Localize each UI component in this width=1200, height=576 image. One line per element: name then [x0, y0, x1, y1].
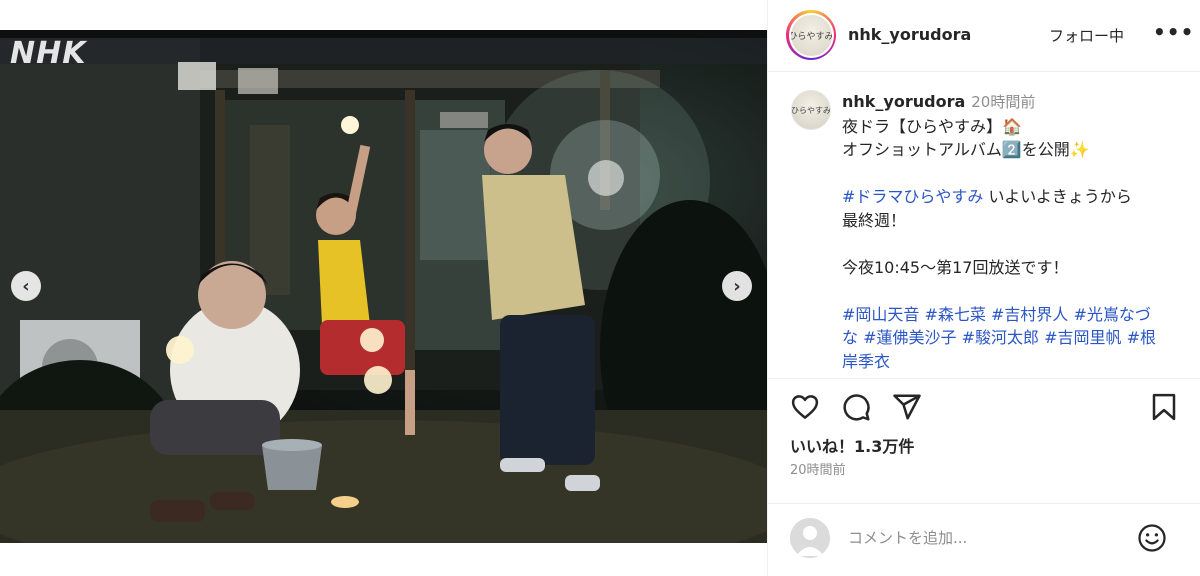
action-bar [768, 379, 1200, 429]
bookmark-icon[interactable] [1149, 392, 1179, 422]
following-button[interactable]: フォロー中 [1049, 25, 1124, 46]
chevron-right-icon: › [733, 275, 741, 297]
heart-icon[interactable] [790, 392, 820, 422]
photo-scene [0, 30, 767, 543]
caption-line: 最終週！ [842, 210, 907, 230]
caption-line: 夜ドラ【ひらやすみ】🏠 [842, 116, 1022, 136]
comment-input[interactable] [848, 526, 1128, 550]
header-username[interactable]: nhk_yorudora [848, 25, 971, 44]
like-count[interactable]: いいね！1.3万件 [790, 433, 914, 457]
caption-avatar[interactable]: ひらやすみ [791, 90, 831, 130]
avatar-image: ひらやすみ [790, 14, 832, 56]
caption-line: 今夜10:45〜第17回放送です！ [842, 257, 1069, 277]
post-header: ひらやすみ nhk_yorudora フォロー中 ••• [768, 0, 1200, 72]
caption-text: nhk_yorudora 20時間前 夜ドラ【ひらやすみ】🏠 オフショットアルバム… [842, 90, 1187, 373]
caption-username[interactable]: nhk_yorudora [842, 92, 965, 111]
hashtag-links[interactable]: #岡山天音 #森七菜 #吉村界人 #光嶌なづ [842, 303, 1187, 327]
watermark-logo: NHK [10, 36, 87, 71]
comment-bar [768, 503, 1200, 576]
emoji-icon[interactable] [1137, 523, 1167, 553]
default-avatar-icon [790, 518, 830, 558]
caption-area: ひらやすみ nhk_yorudora 20時間前 夜ドラ【ひらやすみ】🏠 オフショ… [768, 72, 1200, 379]
user-avatar [790, 518, 830, 558]
comment-icon[interactable] [841, 392, 871, 422]
hashtag-links[interactable]: な #蓮佛美沙子 #駿河太郎 #吉岡里帆 #根 [842, 326, 1187, 350]
hashtag-link[interactable]: #ドラマひらやすみ [842, 187, 983, 206]
chevron-left-icon: ‹ [22, 275, 30, 297]
more-options-icon[interactable]: ••• [1153, 20, 1194, 44]
caption-line: いよいよきょうから [983, 187, 1132, 206]
profile-avatar[interactable]: ひらやすみ [786, 10, 836, 60]
caption-line: オフショットアルバム2️⃣を公開✨ [842, 140, 1090, 159]
hashtag-links[interactable]: 岸季衣 [842, 350, 1187, 374]
share-icon[interactable] [892, 392, 922, 422]
post-media: NHK ‹ › [0, 0, 767, 576]
post-timestamp: 20時間前 [790, 463, 846, 478]
post-photo[interactable]: NHK [0, 30, 767, 543]
post-side-panel: ひらやすみ nhk_yorudora フォロー中 ••• ひらやすみ nhk_y… [767, 0, 1200, 576]
next-image-button[interactable]: › [722, 271, 752, 301]
previous-image-button[interactable]: ‹ [11, 271, 41, 301]
caption-time: 20時間前 [971, 93, 1036, 111]
